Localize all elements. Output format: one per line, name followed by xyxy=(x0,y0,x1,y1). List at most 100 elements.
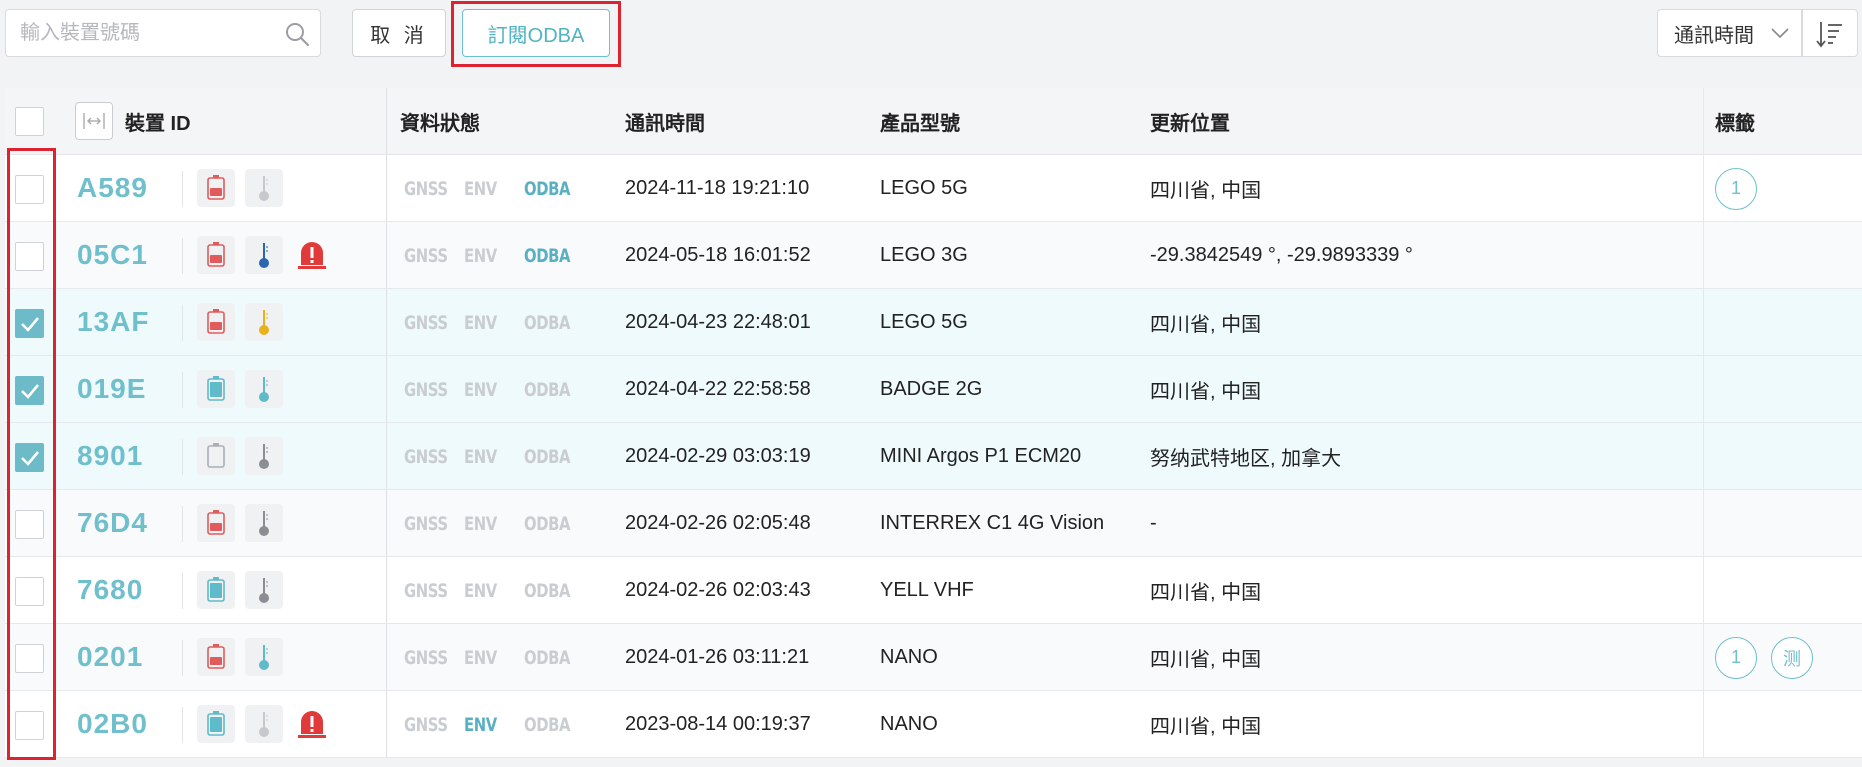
sort-field-select[interactable]: 通訊時間 xyxy=(1657,9,1802,57)
thermometer-icon xyxy=(245,437,283,475)
status-odba: ODBA xyxy=(524,713,571,736)
tag-column-divider xyxy=(1703,155,1704,222)
thermometer-icon xyxy=(245,638,283,676)
status-gnss: GNSS xyxy=(404,579,448,602)
row-left: 019E xyxy=(5,356,387,422)
location: 四川省, 中国 xyxy=(1150,649,1262,671)
table-row[interactable]: A589 GNSS ENV ODBA 2024-11-18 19:21:10 LEGO 5… xyxy=(5,155,1862,222)
header-location[interactable]: 更新位置 xyxy=(1150,88,1230,155)
expand-columns-button[interactable] xyxy=(75,102,113,140)
thermometer-icon xyxy=(245,571,283,609)
status-odba: ODBA xyxy=(524,378,571,401)
table-row[interactable]: 76D4 GNSS ENV ODBA 2024-02-26 02:05:48 INTERR… xyxy=(5,490,1862,557)
tags: 1测 xyxy=(1715,624,1827,691)
table-row[interactable]: 02B0 GNSS ENV ODBA 2023-08-14 00:19:37 NANO 四川… xyxy=(5,691,1862,758)
thermometer-icon xyxy=(245,236,283,274)
data-status: GNSS ENV ODBA xyxy=(404,423,584,490)
device-id-link[interactable]: 8901 xyxy=(77,440,143,472)
data-status: GNSS ENV ODBA xyxy=(404,356,584,423)
tag-column-divider xyxy=(1703,423,1704,490)
status-odba: ODBA xyxy=(524,244,571,267)
tag-badge[interactable]: 1 xyxy=(1715,167,1757,210)
device-id-link[interactable]: 0201 xyxy=(77,641,143,673)
comm-time: 2024-04-23 22:48:01 xyxy=(625,311,811,333)
battery-icon xyxy=(197,638,235,676)
sort-field-value: 通訊時間 xyxy=(1674,24,1754,47)
table-row[interactable]: 13AF GNSS ENV ODBA 2024-04-23 22:48:01 LEGO 5… xyxy=(5,289,1862,356)
alarm-icon xyxy=(293,236,331,274)
battery-icon xyxy=(197,504,235,542)
divider xyxy=(182,573,183,609)
battery-icon xyxy=(197,236,235,274)
status-env: ENV xyxy=(464,579,497,602)
toolbar: 取 消 訂閱ODBA 通訊時間 xyxy=(0,0,1862,70)
device-id-link[interactable]: 02B0 xyxy=(77,708,148,740)
status-odba: ODBA xyxy=(524,445,571,468)
product-model: LEGO 3G xyxy=(880,244,968,266)
search-input[interactable] xyxy=(20,10,270,56)
divider xyxy=(182,171,183,207)
device-id-link[interactable]: 7680 xyxy=(77,574,143,606)
search-icon[interactable] xyxy=(284,21,310,47)
divider xyxy=(182,305,183,341)
status-env: ENV xyxy=(464,512,497,535)
divider xyxy=(182,707,183,743)
alarm-icon xyxy=(293,705,331,743)
comm-time: 2024-11-18 19:21:10 xyxy=(625,177,810,199)
table-row[interactable]: 019E GNSS ENV ODBA 2024-04-22 22:58:58 BADGE … xyxy=(5,356,1862,423)
search-box xyxy=(5,9,321,57)
tags: 1 xyxy=(1715,155,1771,222)
product-model: MINI Argos P1 ECM20 xyxy=(880,445,1082,467)
data-status: GNSS ENV ODBA xyxy=(404,691,584,758)
status-gnss: GNSS xyxy=(404,445,448,468)
status-gnss: GNSS xyxy=(404,244,448,267)
sort-direction-button[interactable] xyxy=(1802,9,1858,57)
product-model: INTERREX C1 4G Vision xyxy=(880,512,1105,534)
row-left: 13AF xyxy=(5,289,387,355)
table-row[interactable]: 8901 GNSS ENV ODBA 2024-02-29 03:03:19 MINI A… xyxy=(5,423,1862,490)
cancel-button[interactable]: 取 消 xyxy=(352,9,446,57)
divider xyxy=(182,506,183,542)
header-tags[interactable]: 標籤 xyxy=(1715,88,1755,155)
device-id-link[interactable]: 13AF xyxy=(77,306,149,338)
data-status: GNSS ENV ODBA xyxy=(404,155,584,222)
battery-icon xyxy=(197,303,235,341)
header-left: 裝置 ID xyxy=(5,88,387,154)
header-status[interactable]: 資料狀態 xyxy=(400,88,480,155)
data-status: GNSS ENV ODBA xyxy=(404,557,584,624)
location: 四川省, 中国 xyxy=(1150,582,1262,604)
thermometer-icon xyxy=(245,169,283,207)
battery-icon xyxy=(197,437,235,475)
table-row[interactable]: 7680 GNSS ENV ODBA 2024-02-26 02:03:43 YELL V… xyxy=(5,557,1862,624)
comm-time: 2023-08-14 00:19:37 xyxy=(625,713,811,735)
thermometer-icon xyxy=(245,504,283,542)
status-env: ENV xyxy=(464,378,497,401)
tag-column-divider xyxy=(1703,356,1704,423)
thermometer-icon xyxy=(245,705,283,743)
tag-badge[interactable]: 测 xyxy=(1771,636,1813,679)
device-id-link[interactable]: 019E xyxy=(77,373,146,405)
tag-badge[interactable]: 1 xyxy=(1715,636,1757,679)
tag-column-divider xyxy=(1703,88,1704,155)
device-id-link[interactable]: 05C1 xyxy=(77,239,148,271)
comm-time: 2024-04-22 22:58:58 xyxy=(625,378,811,400)
sort-descending-icon xyxy=(1816,22,1842,48)
header-time[interactable]: 通訊時間 xyxy=(625,88,705,155)
header-device-id[interactable]: 裝置 ID xyxy=(125,88,191,155)
tag-column-divider xyxy=(1703,691,1704,758)
status-odba: ODBA xyxy=(524,579,571,602)
status-env: ENV xyxy=(464,646,497,669)
table-row[interactable]: 05C1 GNSS ENV ODBA 2024-05-18 16:01:52 LEGO 3… xyxy=(5,222,1862,289)
status-env: ENV xyxy=(464,244,497,267)
header-model[interactable]: 產品型號 xyxy=(880,88,960,155)
data-status: GNSS ENV ODBA xyxy=(404,490,584,557)
status-odba: ODBA xyxy=(524,512,571,535)
table-row[interactable]: 0201 GNSS ENV ODBA 2024-01-26 03:11:21 NANO 四川… xyxy=(5,624,1862,691)
device-id-link[interactable]: A589 xyxy=(77,172,148,204)
tag-column-divider xyxy=(1703,222,1704,289)
select-all-checkbox[interactable] xyxy=(15,107,44,136)
comm-time: 2024-05-18 16:01:52 xyxy=(625,244,811,266)
location: 四川省, 中国 xyxy=(1150,180,1262,202)
status-odba: ODBA xyxy=(524,646,571,669)
device-id-link[interactable]: 76D4 xyxy=(77,507,148,539)
